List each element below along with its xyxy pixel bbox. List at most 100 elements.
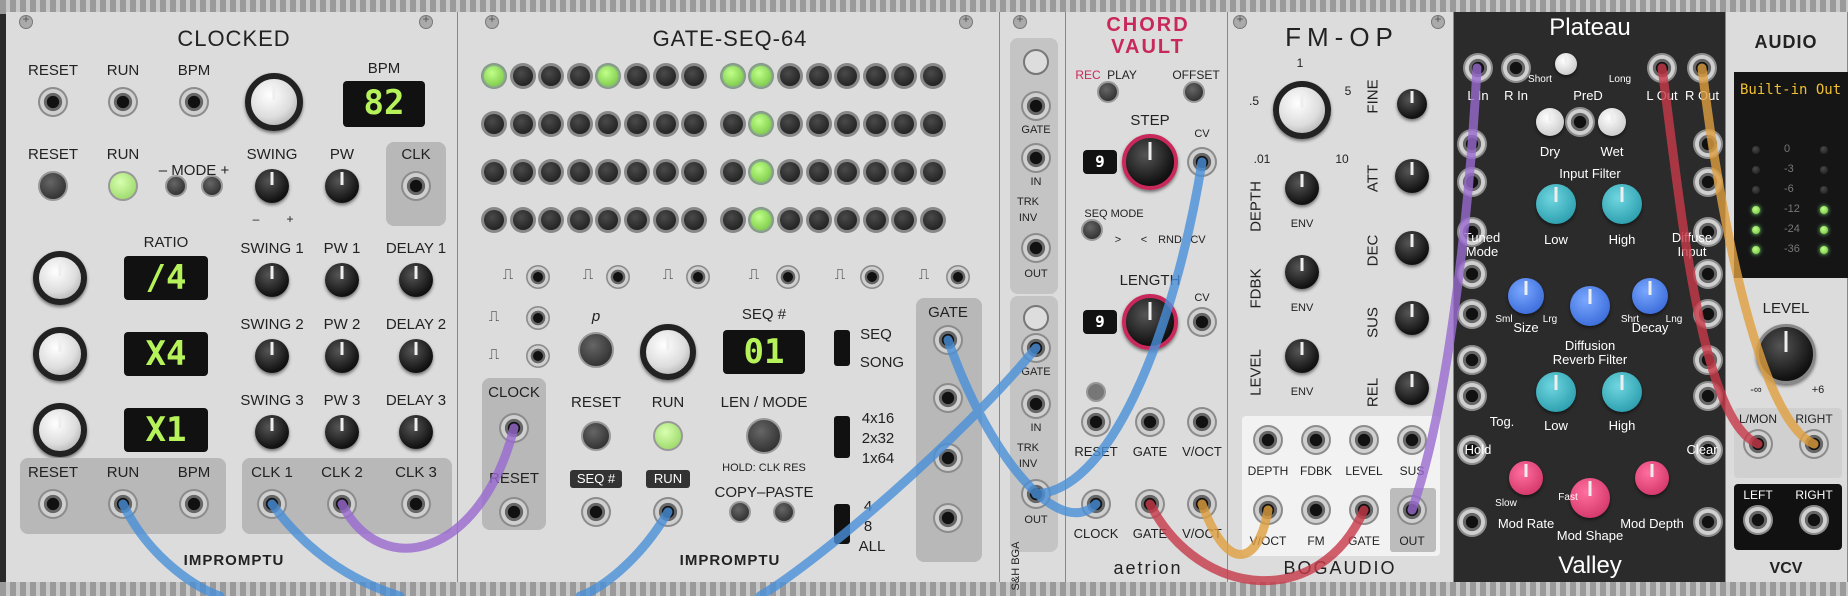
run-button[interactable]: [108, 171, 138, 201]
swing-knob[interactable]: [255, 169, 289, 203]
master-tempo-knob[interactable]: [245, 73, 303, 131]
paste-button[interactable]: [773, 501, 795, 523]
right-output-jack[interactable]: [1799, 505, 1829, 535]
mod-rate-knob[interactable]: [1509, 461, 1543, 495]
left-output-jack[interactable]: [1743, 505, 1773, 535]
depth-knob[interactable]: [1285, 171, 1319, 205]
swing1-knob[interactable]: [255, 263, 289, 297]
clk1-output-jack[interactable]: [257, 489, 287, 519]
cv-jack[interactable]: [1693, 167, 1723, 197]
bpm-input-jack[interactable]: [179, 87, 209, 117]
pw1-knob[interactable]: [325, 263, 359, 297]
pw2-knob[interactable]: [325, 339, 359, 373]
gate-type-jack-3[interactable]: [686, 265, 710, 289]
gate-type-jack-5[interactable]: [860, 265, 884, 289]
rout-jack[interactable]: [1687, 53, 1717, 83]
pw3-knob[interactable]: [325, 415, 359, 449]
reset-button[interactable]: [581, 421, 611, 451]
swing3-knob[interactable]: [255, 415, 289, 449]
reverb-high-knob[interactable]: [1602, 372, 1642, 412]
len-mode-button[interactable]: [746, 418, 782, 454]
seqnum-input-jack[interactable]: [581, 497, 611, 527]
clear-button[interactable]: [1086, 382, 1106, 402]
cv-jack[interactable]: [1457, 507, 1487, 537]
step-knob[interactable]: [1122, 134, 1178, 190]
gate-output-jack-4[interactable]: [933, 503, 963, 533]
right-input-jack[interactable]: [1799, 429, 1829, 459]
rec-button[interactable]: [1097, 81, 1119, 103]
delay2-knob[interactable]: [399, 339, 433, 373]
in-input-jack-1[interactable]: [1021, 143, 1051, 173]
delay3-knob[interactable]: [399, 415, 433, 449]
copy-size-switch[interactable]: [834, 504, 850, 544]
ratio-knob-2[interactable]: [33, 327, 87, 381]
mode-minus-button[interactable]: [165, 175, 187, 197]
out-output-jack-1[interactable]: [1021, 233, 1051, 263]
lout-jack[interactable]: [1647, 53, 1677, 83]
cv-jack[interactable]: [1565, 107, 1595, 137]
step-cv-jack[interactable]: [1187, 147, 1217, 177]
cv-jack[interactable]: [1693, 507, 1723, 537]
seq-song-switch[interactable]: [834, 330, 850, 366]
prob-button[interactable]: [578, 332, 614, 368]
lin-jack[interactable]: [1463, 53, 1493, 83]
cv-jack[interactable]: [1457, 299, 1487, 329]
gate-type-jack-8[interactable]: [526, 344, 550, 368]
reverb-low-knob[interactable]: [1536, 372, 1576, 412]
level-knob[interactable]: [1756, 324, 1816, 384]
size-knob[interactable]: [1508, 278, 1544, 314]
run-input-jack[interactable]: [653, 497, 683, 527]
ratio-knob-1[interactable]: [33, 251, 87, 305]
bpm-output-jack[interactable]: [179, 489, 209, 519]
fdbk-cv-jack[interactable]: [1301, 425, 1331, 455]
gate-out-jack[interactable]: [1135, 489, 1165, 519]
delay1-knob[interactable]: [399, 263, 433, 297]
fm-input-jack[interactable]: [1301, 495, 1331, 525]
sequence-knob[interactable]: [640, 324, 696, 380]
voct-input-jack[interactable]: [1253, 495, 1283, 525]
offset-button[interactable]: [1183, 81, 1205, 103]
cv-jack[interactable]: [1457, 259, 1487, 289]
input-high-knob[interactable]: [1602, 184, 1642, 224]
out-output-jack[interactable]: [1397, 495, 1427, 525]
level-cv-jack[interactable]: [1349, 425, 1379, 455]
cv-jack[interactable]: [1693, 129, 1723, 159]
reset-jack[interactable]: [1081, 407, 1111, 437]
in-input-jack-2[interactable]: [1021, 389, 1051, 419]
depth-cv-jack[interactable]: [1253, 425, 1283, 455]
gate-input-jack-1[interactable]: [1021, 91, 1051, 121]
cv-jack[interactable]: [1693, 259, 1723, 289]
diffusion-knob[interactable]: [1570, 286, 1610, 326]
reset-button[interactable]: [38, 171, 68, 201]
gate-output-jack-1[interactable]: [933, 325, 963, 355]
swing2-knob[interactable]: [255, 339, 289, 373]
cv-jack[interactable]: [1693, 345, 1723, 375]
reset-output-jack[interactable]: [38, 489, 68, 519]
dry-knob[interactable]: [1536, 108, 1564, 136]
fine-knob[interactable]: [1397, 89, 1427, 119]
trigger-button-1[interactable]: [1023, 49, 1049, 75]
clk3-output-jack[interactable]: [401, 489, 431, 519]
input-low-knob[interactable]: [1536, 184, 1576, 224]
cv-jack[interactable]: [1457, 167, 1487, 197]
copy-button[interactable]: [729, 501, 751, 523]
rin-jack[interactable]: [1501, 53, 1531, 83]
cv-jack[interactable]: [1457, 345, 1487, 375]
gate-output-jack-2[interactable]: [933, 383, 963, 413]
gate-type-jack-7[interactable]: [526, 306, 550, 330]
cv-jack[interactable]: [1693, 381, 1723, 411]
decay-knob[interactable]: [1632, 278, 1668, 314]
cv-jack[interactable]: [1693, 299, 1723, 329]
clock-input-jack[interactable]: [499, 413, 529, 443]
cv-jack[interactable]: [1457, 381, 1487, 411]
run-output-jack[interactable]: [108, 489, 138, 519]
out-output-jack-2[interactable]: [1021, 479, 1051, 509]
mode-plus-button[interactable]: [201, 175, 223, 197]
feedback-knob[interactable]: [1285, 255, 1319, 289]
sus-cv-jack[interactable]: [1397, 425, 1427, 455]
trigger-button-2[interactable]: [1023, 305, 1049, 331]
run-input-jack[interactable]: [108, 87, 138, 117]
sustain-knob[interactable]: [1395, 301, 1429, 335]
ratio-knob-3[interactable]: [33, 403, 87, 457]
reset-input-jack[interactable]: [38, 87, 68, 117]
